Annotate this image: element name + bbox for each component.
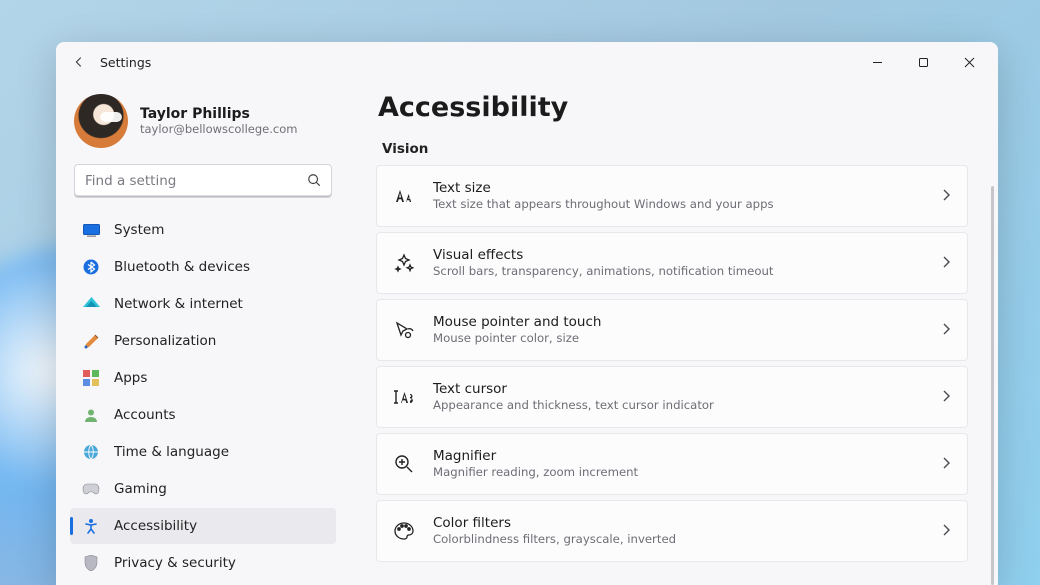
titlebar: Settings: [56, 42, 998, 82]
nav-label: Accessibility: [114, 518, 197, 534]
nav-item-bluetooth[interactable]: Bluetooth & devices: [70, 249, 336, 285]
nav-label: Personalization: [114, 333, 216, 349]
page-title: Accessibility: [378, 92, 980, 123]
back-button[interactable]: [62, 45, 96, 79]
close-icon: [964, 57, 975, 68]
card-text-size[interactable]: Text size Text size that appears through…: [376, 165, 968, 227]
card-subtitle: Appearance and thickness, text cursor in…: [433, 398, 923, 414]
nav-item-personalization[interactable]: Personalization: [70, 323, 336, 359]
nav-label: Network & internet: [114, 296, 243, 312]
search-icon: [307, 172, 321, 191]
chevron-right-icon: [941, 455, 951, 474]
profile-email: taylor@bellowscollege.com: [140, 122, 297, 136]
settings-card-list: Text size Text size that appears through…: [376, 165, 980, 562]
card-text-cursor[interactable]: Text cursor Appearance and thickness, te…: [376, 366, 968, 428]
card-title: Text size: [433, 179, 923, 197]
maximize-icon: [918, 57, 929, 68]
card-magnifier[interactable]: Magnifier Magnifier reading, zoom increm…: [376, 433, 968, 495]
profile-name: Taylor Phillips: [140, 106, 297, 122]
privacy-icon: [82, 554, 100, 572]
card-title: Text cursor: [433, 380, 923, 398]
nav-item-system[interactable]: System: [70, 212, 336, 248]
chevron-right-icon: [941, 321, 951, 340]
nav-item-apps[interactable]: Apps: [70, 360, 336, 396]
card-title: Mouse pointer and touch: [433, 313, 923, 331]
gaming-icon: [82, 480, 100, 498]
card-subtitle: Colorblindness filters, grayscale, inver…: [433, 532, 923, 548]
nav-item-gaming[interactable]: Gaming: [70, 471, 336, 507]
card-title: Color filters: [433, 514, 923, 532]
card-subtitle: Mouse pointer color, size: [433, 331, 923, 347]
visual-effects-icon: [393, 252, 415, 274]
time-language-icon: [82, 443, 100, 461]
card-mouse-pointer[interactable]: Mouse pointer and touch Mouse pointer co…: [376, 299, 968, 361]
settings-window: Settings Taylor Phillips taylor@bellowsc…: [56, 42, 998, 585]
magnifier-icon: [393, 453, 415, 475]
nav-label: Time & language: [114, 444, 229, 460]
chevron-right-icon: [941, 388, 951, 407]
nav-label: System: [114, 222, 164, 238]
accounts-icon: [82, 406, 100, 424]
maximize-button[interactable]: [900, 46, 946, 78]
card-visual-effects[interactable]: Visual effects Scroll bars, transparency…: [376, 232, 968, 294]
color-filters-icon: [393, 520, 415, 542]
scrollbar-thumb[interactable]: [991, 186, 994, 585]
search-box[interactable]: [74, 164, 332, 198]
section-header: Vision: [382, 141, 980, 157]
nav-label: Bluetooth & devices: [114, 259, 250, 275]
card-subtitle: Text size that appears throughout Window…: [433, 197, 923, 213]
personalization-icon: [82, 332, 100, 350]
bluetooth-icon: [82, 258, 100, 276]
avatar: [74, 94, 128, 148]
nav-item-privacy-security[interactable]: Privacy & security: [70, 545, 336, 581]
chevron-right-icon: [941, 254, 951, 273]
nav-label: Apps: [114, 370, 147, 386]
minimize-icon: [872, 57, 883, 68]
nav-item-network[interactable]: Network & internet: [70, 286, 336, 322]
chevron-right-icon: [941, 187, 951, 206]
back-arrow-icon: [72, 55, 86, 69]
text-size-icon: [393, 185, 415, 207]
card-title: Magnifier: [433, 447, 923, 465]
close-button[interactable]: [946, 46, 992, 78]
text-cursor-icon: [393, 386, 415, 408]
apps-icon: [82, 369, 100, 387]
nav-label: Privacy & security: [114, 555, 236, 571]
main-pane: Accessibility Vision Text size Text size…: [346, 82, 998, 585]
accessibility-icon: [82, 517, 100, 535]
mouse-pointer-icon: [393, 319, 415, 341]
system-icon: [82, 221, 100, 239]
chevron-right-icon: [941, 522, 951, 541]
nav-item-accounts[interactable]: Accounts: [70, 397, 336, 433]
nav-label: Gaming: [114, 481, 167, 497]
search-input[interactable]: [85, 173, 307, 189]
minimize-button[interactable]: [854, 46, 900, 78]
card-title: Visual effects: [433, 246, 923, 264]
network-icon: [82, 295, 100, 313]
nav-label: Accounts: [114, 407, 176, 423]
card-subtitle: Magnifier reading, zoom increment: [433, 465, 923, 481]
nav-list: System Bluetooth & devices Network & int…: [70, 212, 336, 581]
nav-item-time-language[interactable]: Time & language: [70, 434, 336, 470]
card-color-filters[interactable]: Color filters Colorblindness filters, gr…: [376, 500, 968, 562]
profile-block[interactable]: Taylor Phillips taylor@bellowscollege.co…: [70, 90, 336, 162]
sidebar: Taylor Phillips taylor@bellowscollege.co…: [56, 82, 346, 585]
nav-item-accessibility[interactable]: Accessibility: [70, 508, 336, 544]
window-title: Settings: [100, 55, 151, 70]
card-subtitle: Scroll bars, transparency, animations, n…: [433, 264, 923, 280]
